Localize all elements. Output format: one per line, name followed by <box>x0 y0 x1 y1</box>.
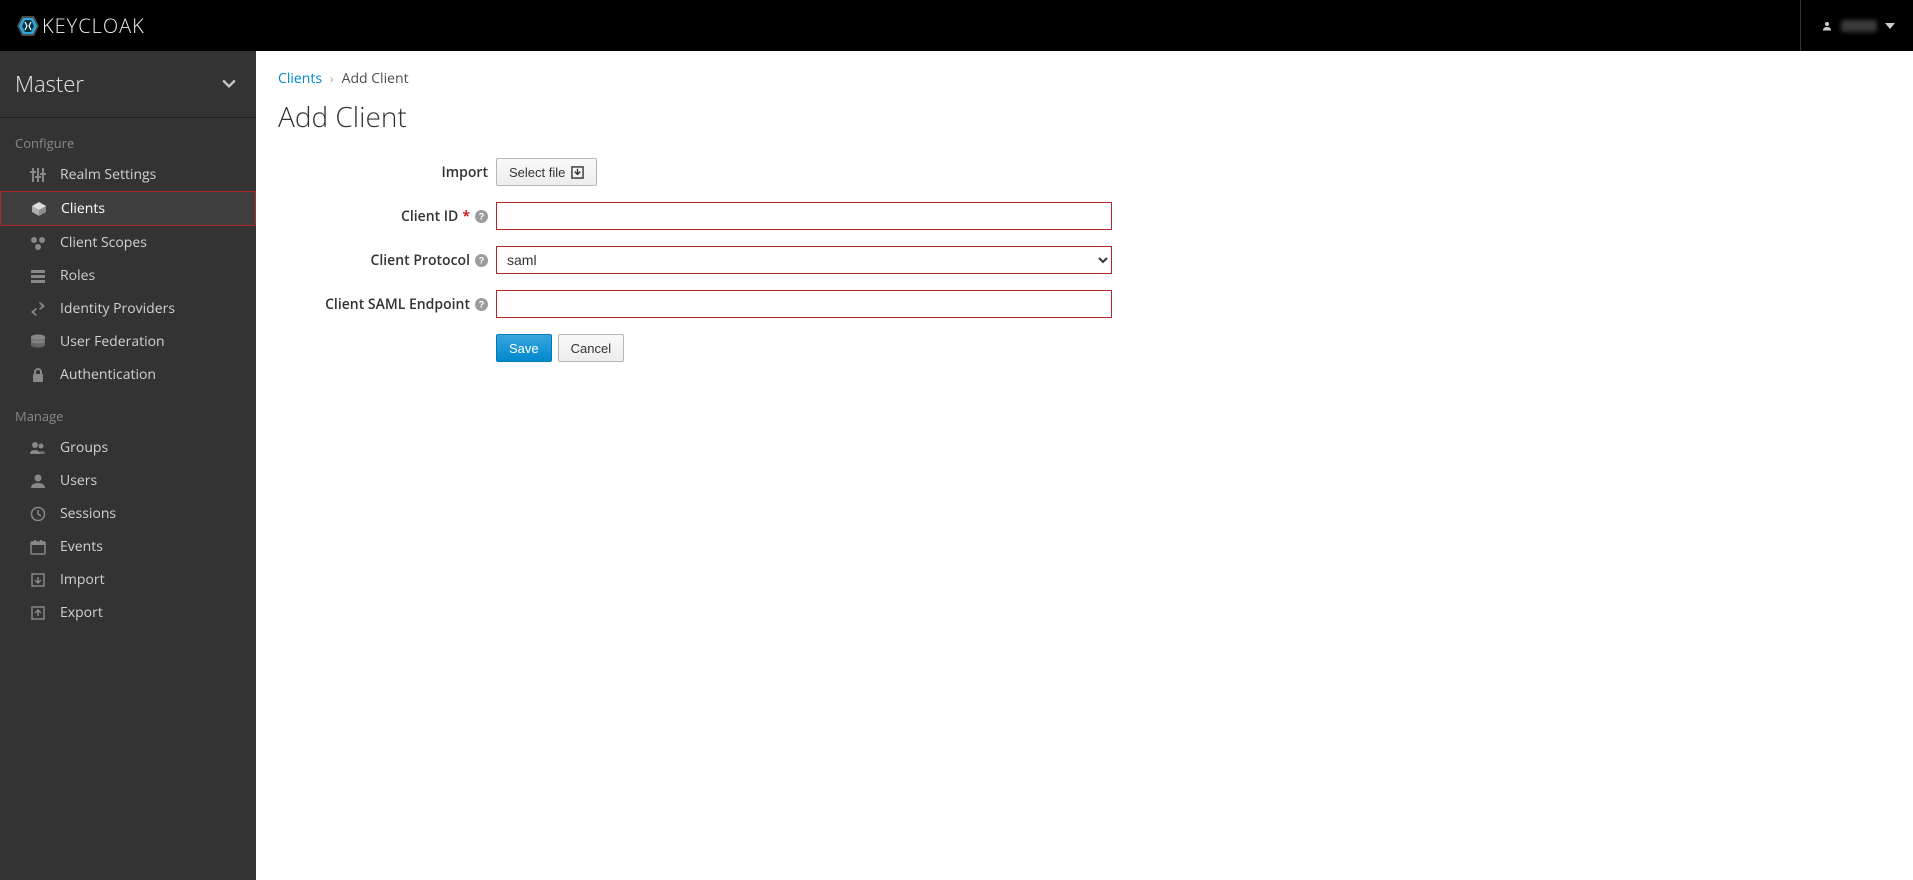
form-row-saml-endpoint: Client SAML Endpoint ? <box>278 290 1891 318</box>
chevron-down-icon <box>222 79 236 89</box>
sliders-icon <box>30 167 46 183</box>
sidebar-item-client-scopes[interactable]: Client Scopes <box>0 226 256 259</box>
sidebar-item-clients[interactable]: Clients <box>0 191 256 226</box>
user-icon <box>1821 20 1833 32</box>
label-import: Import <box>442 163 488 182</box>
import-icon <box>30 572 46 588</box>
client-id-input[interactable] <box>496 202 1112 230</box>
brand-logo[interactable]: KEYCLOAK <box>16 12 145 39</box>
breadcrumb-current: Add Client <box>342 69 409 88</box>
label-client-protocol: Client Protocol <box>371 251 471 270</box>
required-asterisk: * <box>462 207 470 226</box>
sidebar-item-label: Realm Settings <box>60 165 156 184</box>
sidebar-section-manage: Manage <box>0 391 256 431</box>
sidebar-item-identity-providers[interactable]: Identity Providers <box>0 292 256 325</box>
caret-down-icon <box>1885 23 1895 29</box>
sidebar-item-label: Users <box>60 471 97 490</box>
breadcrumb-separator-icon: › <box>330 70 334 87</box>
sidebar-item-authentication[interactable]: Authentication <box>0 358 256 391</box>
main-content: Clients › Add Client Add Client Import S… <box>256 51 1913 880</box>
help-icon[interactable]: ? <box>474 253 488 267</box>
sidebar-item-user-federation[interactable]: User Federation <box>0 325 256 358</box>
client-protocol-select[interactable]: saml <box>496 246 1112 274</box>
cube-icon <box>31 201 47 217</box>
sidebar-item-label: Roles <box>60 266 95 285</box>
sidebar-item-label: Clients <box>61 199 105 218</box>
cancel-button[interactable]: Cancel <box>558 334 624 362</box>
realm-selector[interactable]: Master <box>0 51 256 118</box>
users-group-icon <box>30 440 46 456</box>
exchange-icon <box>30 301 46 317</box>
lock-icon <box>30 367 46 383</box>
select-file-button[interactable]: Select file <box>496 158 597 186</box>
realm-selector-label: Master <box>15 69 84 99</box>
keycloak-hex-icon <box>16 14 40 38</box>
label-saml-endpoint: Client SAML Endpoint <box>325 295 470 314</box>
sidebar-item-import[interactable]: Import <box>0 563 256 596</box>
sidebar-item-label: Client Scopes <box>60 233 147 252</box>
form-row-import: Import Select file <box>278 158 1891 186</box>
brand-name: KEYCLOAK <box>42 12 145 39</box>
sidebar-item-export[interactable]: Export <box>0 596 256 629</box>
help-icon[interactable]: ? <box>474 209 488 223</box>
database-icon <box>30 334 46 350</box>
svg-text:?: ? <box>478 299 484 309</box>
form-row-client-protocol: Client Protocol ? saml <box>278 246 1891 274</box>
scopes-icon <box>30 235 46 251</box>
sidebar-item-label: Import <box>60 570 105 589</box>
saml-endpoint-input[interactable] <box>496 290 1112 318</box>
user-menu[interactable] <box>1800 0 1895 51</box>
page-title: Add Client <box>278 98 1891 136</box>
svg-text:?: ? <box>478 255 484 265</box>
topbar: KEYCLOAK <box>0 0 1913 51</box>
help-icon[interactable]: ? <box>474 297 488 311</box>
clock-icon <box>30 506 46 522</box>
sidebar-item-roles[interactable]: Roles <box>0 259 256 292</box>
sidebar-item-sessions[interactable]: Sessions <box>0 497 256 530</box>
sidebar-item-label: Authentication <box>60 365 156 384</box>
form-row-actions: Save Cancel <box>278 334 1891 362</box>
select-file-label: Select file <box>509 165 565 180</box>
list-icon <box>30 268 46 284</box>
calendar-icon <box>30 539 46 555</box>
sidebar-item-label: Events <box>60 537 103 556</box>
sidebar-item-label: User Federation <box>60 332 165 351</box>
sidebar-section-configure: Configure <box>0 118 256 158</box>
user-icon <box>30 473 46 489</box>
sidebar-item-label: Identity Providers <box>60 299 175 318</box>
export-icon <box>30 605 46 621</box>
sidebar-item-label: Sessions <box>60 504 116 523</box>
label-client-id: Client ID <box>401 207 458 226</box>
sidebar-item-events[interactable]: Events <box>0 530 256 563</box>
save-button[interactable]: Save <box>496 334 552 362</box>
breadcrumb-link-clients[interactable]: Clients <box>278 69 322 88</box>
sidebar-item-label: Groups <box>60 438 108 457</box>
sidebar: Master Configure Realm Settings Clients … <box>0 51 256 880</box>
breadcrumb: Clients › Add Client <box>278 69 1891 88</box>
sidebar-item-realm-settings[interactable]: Realm Settings <box>0 158 256 191</box>
sidebar-item-label: Export <box>60 603 103 622</box>
import-file-icon <box>571 166 584 179</box>
form-row-client-id: Client ID * ? <box>278 202 1891 230</box>
sidebar-item-users[interactable]: Users <box>0 464 256 497</box>
sidebar-item-groups[interactable]: Groups <box>0 431 256 464</box>
svg-text:?: ? <box>478 211 484 221</box>
user-name-redacted <box>1841 20 1877 32</box>
